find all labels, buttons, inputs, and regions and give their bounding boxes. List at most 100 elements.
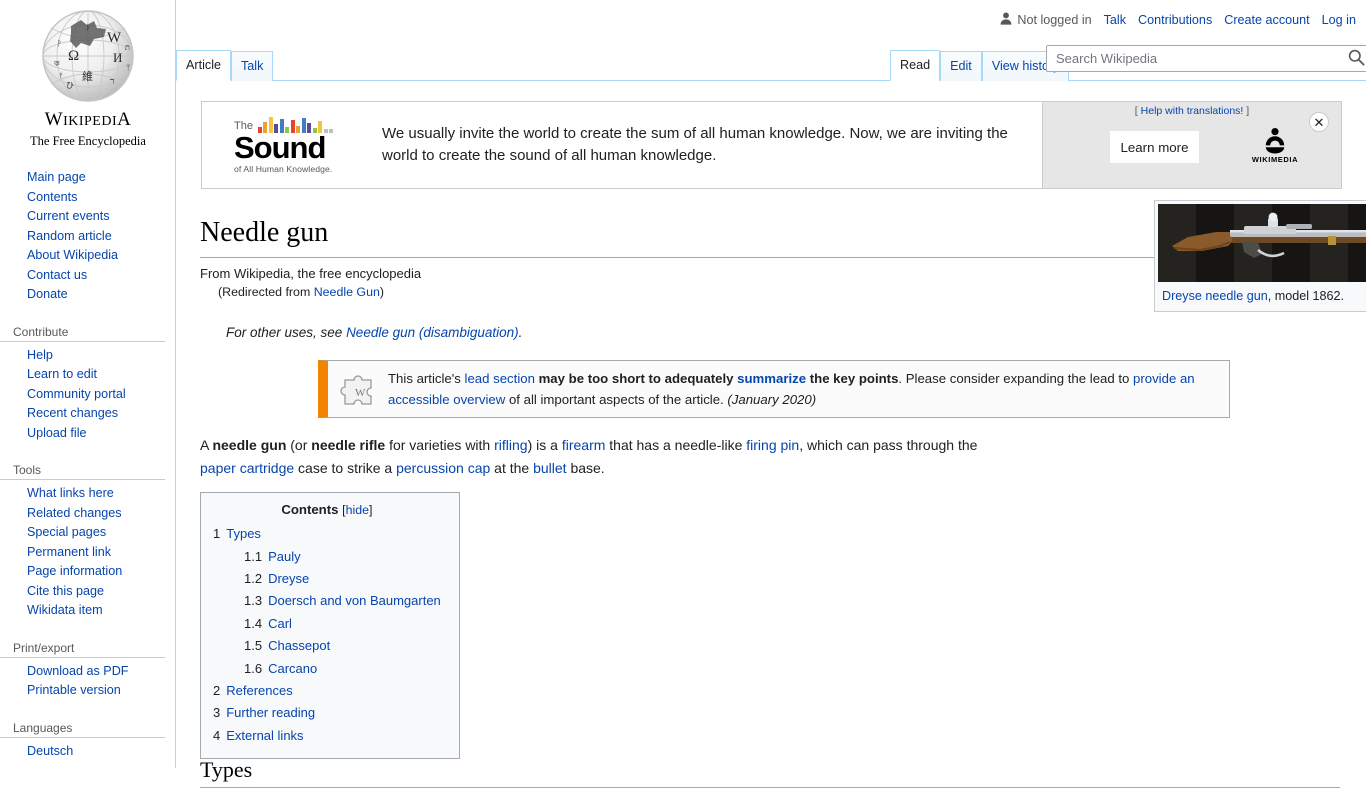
sidebar-portal-heading: Tools xyxy=(0,459,165,480)
lead-p8: at the xyxy=(490,459,534,476)
list-item: Contact us xyxy=(0,266,175,286)
svg-text:ת: ת xyxy=(125,43,130,52)
sidebar-portal-contribute: Contribute Help Learn to edit Community por… xyxy=(0,321,175,452)
link-firing-pin[interactable]: firing pin xyxy=(746,437,799,453)
toc-number: 2 xyxy=(213,683,221,699)
sidebar-item-donate[interactable]: Donate xyxy=(0,285,175,305)
tab-article[interactable]: Article xyxy=(176,50,231,81)
link-rifling[interactable]: rifling xyxy=(494,437,527,453)
toc-link-carl[interactable]: 1.4 Carl xyxy=(244,616,292,631)
sidebar-item-random-article[interactable]: Random article xyxy=(0,227,175,247)
equalizer-bar xyxy=(329,128,334,133)
hatnote-prefix: For other uses, see xyxy=(226,325,347,341)
svg-text:ᚠ: ᚠ xyxy=(59,72,63,80)
sidebar-item-contact-us[interactable]: Contact us xyxy=(0,266,175,286)
sidebar: W Ω И 維 ᚹ ת ক ר ᚦ ひ ᛉ ᚠ WIKIPEDIA The Fr… xyxy=(0,0,176,768)
sidebar-item-related-changes[interactable]: Related changes xyxy=(0,504,175,524)
sidebar-item-current-events[interactable]: Current events xyxy=(0,207,175,227)
toc-hide-link[interactable]: hide xyxy=(346,503,369,517)
sidebar-item-contents[interactable]: Contents xyxy=(0,188,175,208)
toc-link-dreyse[interactable]: 1.2 Dreyse xyxy=(244,571,309,586)
table-of-contents: Contents [hide] 1 Types 1.1 Pauly 1.2 Dreyse 1… xyxy=(200,492,460,760)
learn-more-button[interactable]: Learn more xyxy=(1110,131,1199,163)
tab-edit[interactable]: Edit xyxy=(940,51,982,81)
redirect-source-link[interactable]: Needle Gun xyxy=(314,285,380,299)
wikipedia-logo-block[interactable]: W Ω И 維 ᚹ ת ক ר ᚦ ひ ᛉ ᚠ WIKIPEDIA The Fr… xyxy=(0,0,176,160)
toc-entry: 3 Further reading xyxy=(213,702,441,724)
sidebar-item-download-as-pdf[interactable]: Download as PDF xyxy=(0,662,175,682)
wikipedia-globe-icon[interactable]: W Ω И 維 ᚹ ת ক ר ᚦ ひ ᛉ ᚠ xyxy=(21,8,156,108)
toc-text: Types xyxy=(226,526,261,542)
link-firearm[interactable]: firearm xyxy=(562,437,606,453)
toc-entry: 1.6 Carcano xyxy=(213,658,441,680)
search-icon[interactable] xyxy=(1344,48,1366,69)
lead-term-needle-gun: needle gun xyxy=(212,437,287,454)
hatnote: For other uses, see Needle gun (disambig… xyxy=(226,323,1366,342)
lead-too-short-notice: W This article's lead section may be too… xyxy=(318,360,1230,419)
toc-title-label: Contents xyxy=(281,502,339,518)
help-with-translations-link[interactable]: Help with translations! xyxy=(1141,105,1244,117)
svg-text:ᛉ: ᛉ xyxy=(126,64,130,72)
sidebar-item-upload-file[interactable]: Upload file xyxy=(0,424,175,444)
sidebar-item-deutsch[interactable]: Deutsch xyxy=(0,742,175,762)
toc-title: Contents [hide] xyxy=(213,502,441,517)
link-percussion-cap[interactable]: percussion cap xyxy=(396,460,490,476)
toc-text: Further reading xyxy=(226,705,316,721)
search-input[interactable] xyxy=(1046,45,1366,72)
sidebar-item-community-portal[interactable]: Community portal xyxy=(0,385,175,405)
sidebar-item-page-information[interactable]: Page information xyxy=(0,562,175,582)
hatnote-suffix: . xyxy=(518,325,523,341)
lead-section-link[interactable]: lead section xyxy=(465,371,535,386)
thumbnail-caption-link[interactable]: Dreyse needle gun xyxy=(1162,289,1268,303)
ambox-b1: may be too short to adequately xyxy=(534,371,738,387)
svg-text:ᚦ: ᚦ xyxy=(86,23,91,32)
toc-link-pauly[interactable]: 1.1 Pauly xyxy=(244,549,301,564)
toc-list: 1 Types 1.1 Pauly 1.2 Dreyse 1.3 Doersch and vo… xyxy=(213,523,441,747)
toc-text: External links xyxy=(226,727,304,743)
sidebar-item-recent-changes[interactable]: Recent changes xyxy=(0,404,175,424)
link-paper-cartridge[interactable]: paper cartridge xyxy=(200,460,294,476)
lead-p1: A xyxy=(200,437,213,454)
close-icon[interactable]: ✕ xyxy=(1309,112,1329,132)
sidebar-item-printable-version[interactable]: Printable version xyxy=(0,681,175,701)
toc-link-external-links[interactable]: 4 External links xyxy=(213,728,304,743)
tab-talk[interactable]: Talk xyxy=(231,51,274,81)
sidebar-portal-tools: Tools What links here Related changes Speci… xyxy=(0,459,175,629)
toc-link-types[interactable]: 1 Types xyxy=(213,526,261,541)
sidebar-item-help[interactable]: Help xyxy=(0,346,175,366)
toc-link-references[interactable]: 2 References xyxy=(213,683,293,698)
svg-text:ᚹ: ᚹ xyxy=(57,39,62,48)
list-item: Contents xyxy=(0,188,175,208)
wikimedia-logo: WIKIMEDIA xyxy=(1248,127,1302,164)
toc-link-carcano[interactable]: 1.6 Carcano xyxy=(244,661,317,676)
toc-link-further-reading[interactable]: 3 Further reading xyxy=(213,705,315,720)
sidebar-portal-list: Download as PDF Printable version xyxy=(0,662,175,701)
hatnote-link[interactable]: Needle gun (disambiguation) xyxy=(346,325,519,340)
sidebar-item-wikidata-item[interactable]: Wikidata item xyxy=(0,601,175,621)
svg-text:И: И xyxy=(113,50,122,65)
list-item: Printable version xyxy=(0,681,175,701)
sidebar-item-about-wikipedia[interactable]: About Wikipedia xyxy=(0,246,175,266)
wikimedia-label: WIKIMEDIA xyxy=(1251,155,1299,164)
toc-link-doersch-and-von-baumgarten[interactable]: 1.3 Doersch and von Baumgarten xyxy=(244,593,441,608)
sidebar-item-main-page[interactable]: Main page xyxy=(0,168,175,188)
toc-text: Pauly xyxy=(268,548,301,564)
toc-text: Chassepot xyxy=(268,638,331,654)
sidebar-item-what-links-here[interactable]: What links here xyxy=(0,484,175,504)
list-item: Wikidata item xyxy=(0,601,175,621)
sidebar-portal-heading: Contribute xyxy=(0,321,165,342)
sidebar-item-learn-to-edit[interactable]: Learn to edit xyxy=(0,365,175,385)
link-bullet[interactable]: bullet xyxy=(533,460,566,476)
lead-paragraph: A needle gun (or needle rifle for variet… xyxy=(200,434,985,479)
tab-read[interactable]: Read xyxy=(890,50,941,81)
summarize-link[interactable]: summarize xyxy=(737,371,806,386)
sidebar-item-special-pages[interactable]: Special pages xyxy=(0,523,175,543)
dreyse-needle-gun-photo[interactable] xyxy=(1158,204,1366,282)
list-item: Help xyxy=(0,346,175,366)
sidebar-portal-list: What links here Related changes Special pa… xyxy=(0,484,175,621)
toc-number: 1 xyxy=(213,526,221,542)
sidebar-item-permanent-link[interactable]: Permanent link xyxy=(0,543,175,563)
toc-link-chassepot[interactable]: 1.5 Chassepot xyxy=(244,638,330,653)
sidebar-item-cite-this-page[interactable]: Cite this page xyxy=(0,582,175,602)
ambox-b2: the key points xyxy=(806,371,899,387)
